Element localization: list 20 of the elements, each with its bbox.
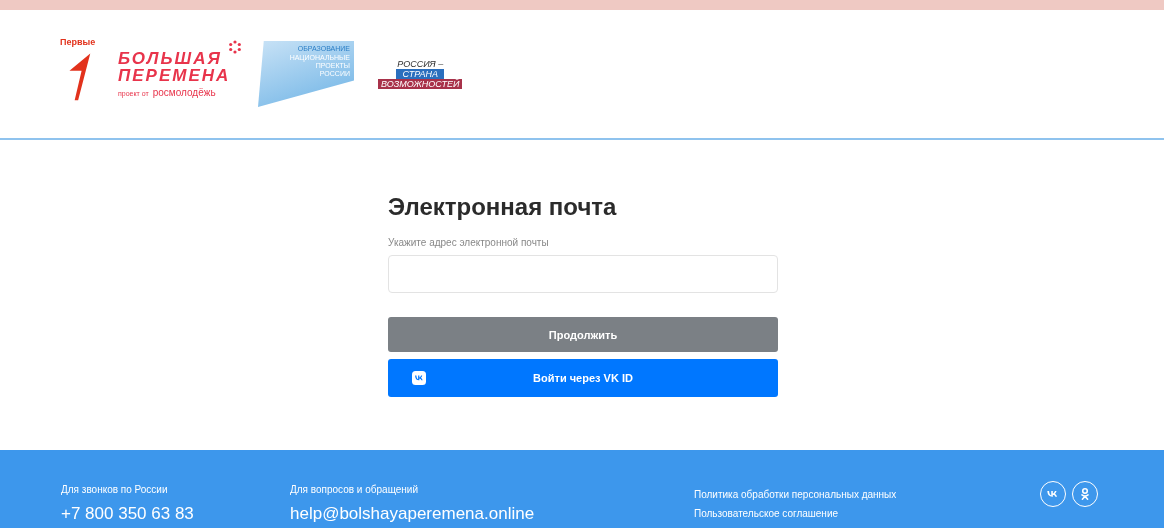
footer-link[interactable]: Пользовательское соглашение [694,508,1040,519]
contact-value: help@bolshayaperemena.online [290,504,536,524]
email-field[interactable] [388,255,778,293]
logo-text: Первые [60,37,97,47]
logo-caption: росмолодёжь [152,87,216,98]
contact-caption: Для звонков по России [61,484,169,495]
logo-text: СТРАНА [396,69,444,79]
contact-caption: Для вопросов и обращений [290,484,419,495]
vk-logo-icon [412,371,426,385]
logo-text: ПЕРЕМЕНА [118,67,232,84]
footer-link[interactable]: Политика обработки персональных данных [694,489,1040,500]
form-title: Электронная почта [388,193,618,221]
login-button[interactable]: Продолжить [388,317,778,352]
login-button[interactable]: Войти через VK ID [388,359,778,397]
dot-ring-icon [228,40,242,54]
contact-value: +7 800 350 63 83 [61,504,195,524]
logo-text: РОССИЯ – [397,59,444,69]
logo-text: БОЛЬШАЯ [118,50,223,67]
field-label: Укажите адрес электронной почты [388,237,550,248]
logo-text: ВОЗМОЖНОСТЕЙ [378,79,463,89]
